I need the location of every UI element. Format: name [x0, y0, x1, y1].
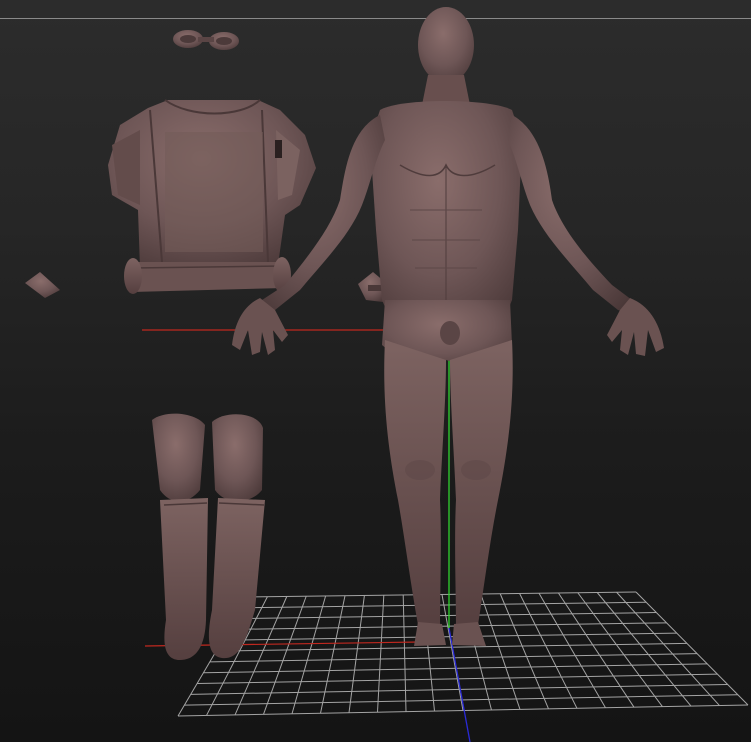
grid-line	[263, 596, 307, 715]
grid-line	[291, 595, 327, 714]
grid-line	[538, 592, 606, 709]
grid-line	[348, 595, 365, 713]
grid-line	[320, 595, 346, 714]
grid-line	[577, 592, 663, 707]
boots-object[interactable]	[152, 413, 265, 660]
vest-object[interactable]	[108, 99, 316, 294]
goggles-object[interactable]	[173, 30, 239, 50]
grid-line	[557, 592, 635, 708]
grid-line	[377, 595, 385, 713]
grid-line	[635, 591, 749, 706]
grid-line	[499, 593, 549, 710]
grid-line	[596, 592, 692, 707]
grid-line	[616, 591, 720, 706]
grid-line	[519, 593, 578, 709]
wrist-guard-object[interactable]	[25, 272, 60, 298]
3d-viewport[interactable]	[0, 0, 751, 742]
grid-line	[402, 594, 407, 712]
human-figure-object[interactable]	[232, 7, 664, 646]
scene-canvas[interactable]	[0, 0, 751, 742]
